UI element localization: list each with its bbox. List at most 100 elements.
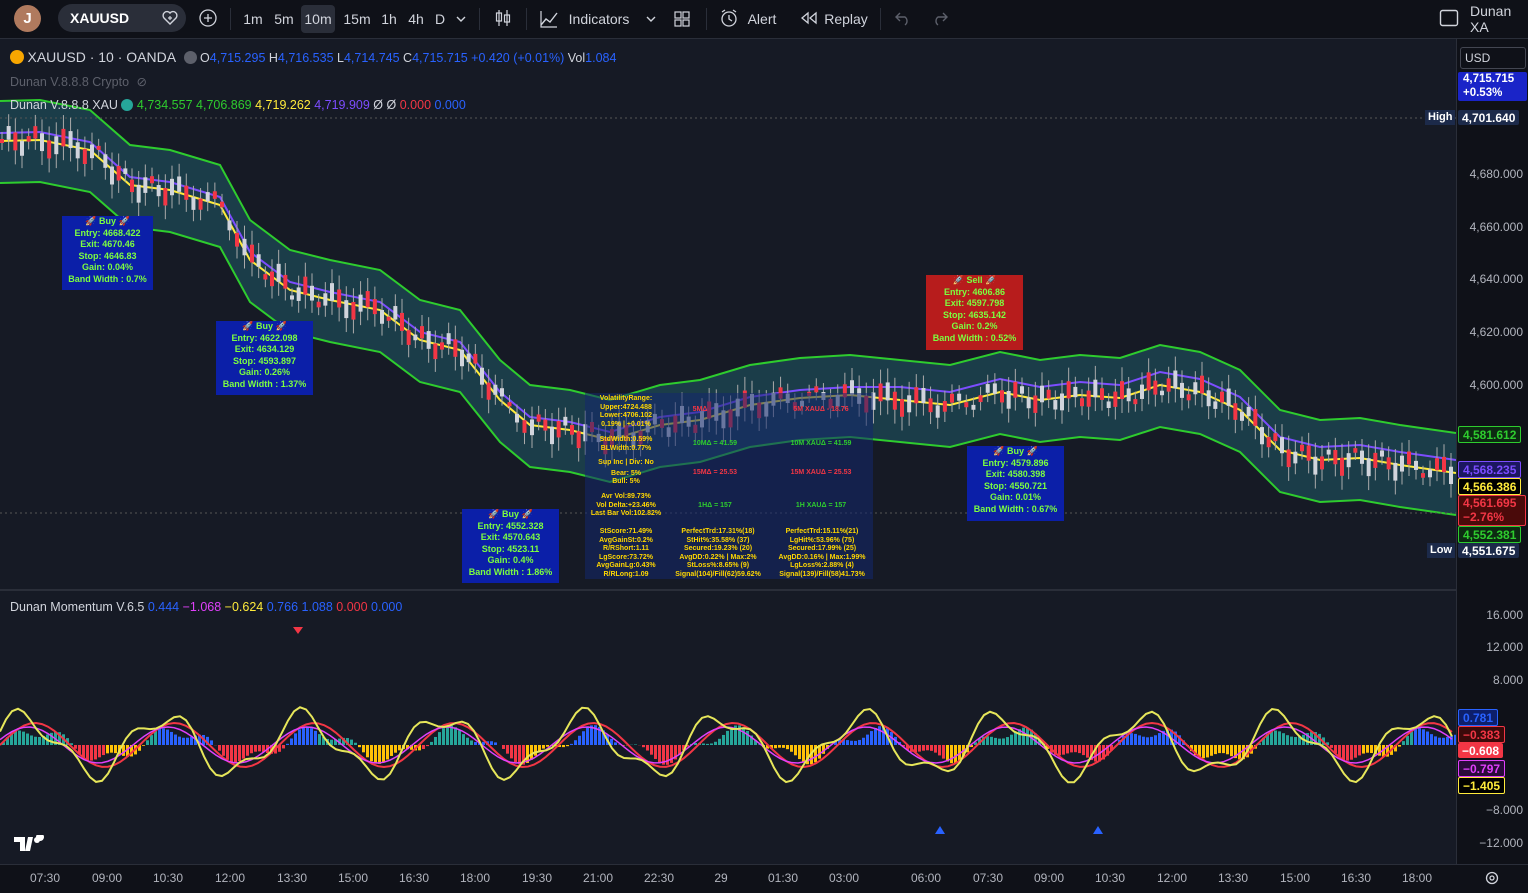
add-symbol-icon[interactable] <box>198 8 218 28</box>
momentum-bar <box>306 727 309 745</box>
momentum-bar <box>582 731 585 745</box>
ind2-basis: 4,719.909 <box>314 98 370 112</box>
momentum-bar <box>394 745 397 753</box>
alert-button[interactable]: Alert <box>744 5 780 33</box>
momentum-bar <box>802 745 805 762</box>
symbol-search[interactable]: XAUUSD <box>58 4 186 32</box>
momentum-bar <box>1406 736 1409 745</box>
interval-10m[interactable]: 10m <box>301 5 335 33</box>
momentum-bar <box>362 745 365 752</box>
currency-select[interactable]: USD <box>1460 47 1526 69</box>
momentum-bar <box>1290 737 1293 745</box>
momentum-legend[interactable]: Dunan Momentum V.6.5 0.444 −1.068 −0.624… <box>10 600 402 614</box>
momentum-bar <box>878 726 881 745</box>
candle-body <box>515 414 519 423</box>
stat-line: AvgDD:0.16% | Max:1.99% <box>772 554 872 563</box>
candle-style-icon[interactable] <box>493 8 513 28</box>
candle-body <box>563 417 567 426</box>
interval-5m[interactable]: 5m <box>270 5 298 33</box>
interval-15m[interactable]: 15m <box>340 5 374 33</box>
signal-entry: Entry: 4606.86 <box>926 287 1023 299</box>
momentum-label: −12.000 <box>1479 836 1523 850</box>
chevron-down-icon[interactable] <box>455 13 467 25</box>
replay-button[interactable]: Replay <box>823 5 869 33</box>
momentum-bar <box>938 745 941 755</box>
interval-1h[interactable]: 1h <box>377 5 401 33</box>
stat-line: AvgGainLg:0.43% <box>588 562 664 571</box>
buy-arrow-icon <box>935 826 945 834</box>
momentum-bar <box>850 741 853 745</box>
interval-d[interactable]: D <box>431 5 449 33</box>
interval-1m[interactable]: 1m <box>240 5 266 33</box>
candle-body <box>1133 399 1137 404</box>
candle-body <box>1080 398 1084 406</box>
replay-icon[interactable] <box>799 11 819 25</box>
momentum-bar <box>574 740 577 745</box>
mom-v2: −1.068 <box>183 600 222 614</box>
candle-body <box>530 419 534 435</box>
indicators-button[interactable]: Indicators <box>563 5 635 33</box>
candle-body <box>1380 450 1384 456</box>
time-label: 10:30 <box>153 871 183 885</box>
buy-arrow-icon <box>1093 826 1103 834</box>
hide-indicator-icon[interactable] <box>184 51 197 64</box>
momentum-bar <box>1066 745 1069 753</box>
score-stats: StScore:71.49% AvgGainSt:0.2% R/RShort:1… <box>588 528 664 579</box>
indicator-1-legend[interactable]: Dunan V.8.8.8 Crypto ⊘ <box>10 74 147 89</box>
candle-body <box>1033 396 1037 413</box>
user-avatar[interactable]: J <box>14 5 41 32</box>
indicator-2-legend[interactable]: Dunan V.8.8.8 XAU 4,734.557 4,706.869 4,… <box>10 98 466 112</box>
candle-body <box>1280 437 1284 453</box>
price-label: 4,680.000 <box>1470 167 1523 181</box>
momentum-bar <box>954 745 957 763</box>
candle-body <box>1173 371 1177 389</box>
candle-body <box>487 383 491 400</box>
momentum-bar <box>506 745 509 754</box>
hidden-eye-icon[interactable]: ⊘ <box>137 75 147 89</box>
alert-clock-icon[interactable] <box>719 8 739 28</box>
candle-body <box>1260 427 1264 444</box>
candle-body <box>577 431 581 448</box>
undo-icon[interactable] <box>894 10 912 26</box>
momentum-name: Dunan Momentum V.6.5 <box>10 600 144 614</box>
candle-body <box>1360 451 1364 464</box>
interval-4h[interactable]: 4h <box>404 5 428 33</box>
momentum-bar <box>1438 738 1441 745</box>
fullscreen-box-icon[interactable] <box>1439 9 1459 27</box>
candle-body <box>163 188 167 205</box>
layout-grid-icon[interactable] <box>672 9 692 29</box>
stat-line: Bear: 5% <box>588 470 664 479</box>
chevron-down-icon[interactable] <box>645 13 657 25</box>
candle-body <box>1060 393 1064 410</box>
tradingview-logo-icon <box>14 835 44 853</box>
momentum-bar <box>1070 745 1073 752</box>
indicators-icon[interactable] <box>539 9 559 29</box>
stat-line: Vol Delta:+23.46% <box>588 502 664 511</box>
candle-body <box>47 140 51 158</box>
mom-v3: −0.624 <box>225 600 264 614</box>
candle-body <box>1040 386 1044 403</box>
momentum-bar <box>1342 745 1345 760</box>
alert-indicator-icon[interactable] <box>121 99 133 111</box>
momentum-bar <box>1230 745 1233 756</box>
signal-box-buy-3: 🚀 Buy 🚀 Entry: 4552.328 Exit: 4570.643 S… <box>462 509 559 583</box>
stat-line: Last Bar Vol:102.82% <box>588 510 664 519</box>
indicator-1-name: Dunan V.8.8.8 Crypto <box>10 75 129 89</box>
perf-stats-long: PerfectTrd:15.11%(21) LgHit%:53.96% (75)… <box>772 528 872 579</box>
momentum-bar <box>1434 736 1437 745</box>
candle-body <box>1353 448 1357 453</box>
signal-title: 🚀 Buy 🚀 <box>62 216 153 228</box>
momentum-bar <box>1226 745 1229 754</box>
momentum-bar <box>578 736 581 745</box>
momentum-bar <box>1286 735 1289 745</box>
candle-body <box>907 395 911 412</box>
momentum-bar <box>1294 737 1297 745</box>
momentum-bar <box>294 733 297 745</box>
candle-body <box>157 185 161 196</box>
redo-icon[interactable] <box>931 10 949 26</box>
settings-gear-icon[interactable] <box>1484 870 1500 886</box>
low-label: L <box>337 51 344 65</box>
watchlist-heart-icon[interactable] <box>160 8 180 28</box>
candle-body <box>1327 450 1331 455</box>
layout-name[interactable]: Dunan XA <box>1470 5 1528 33</box>
